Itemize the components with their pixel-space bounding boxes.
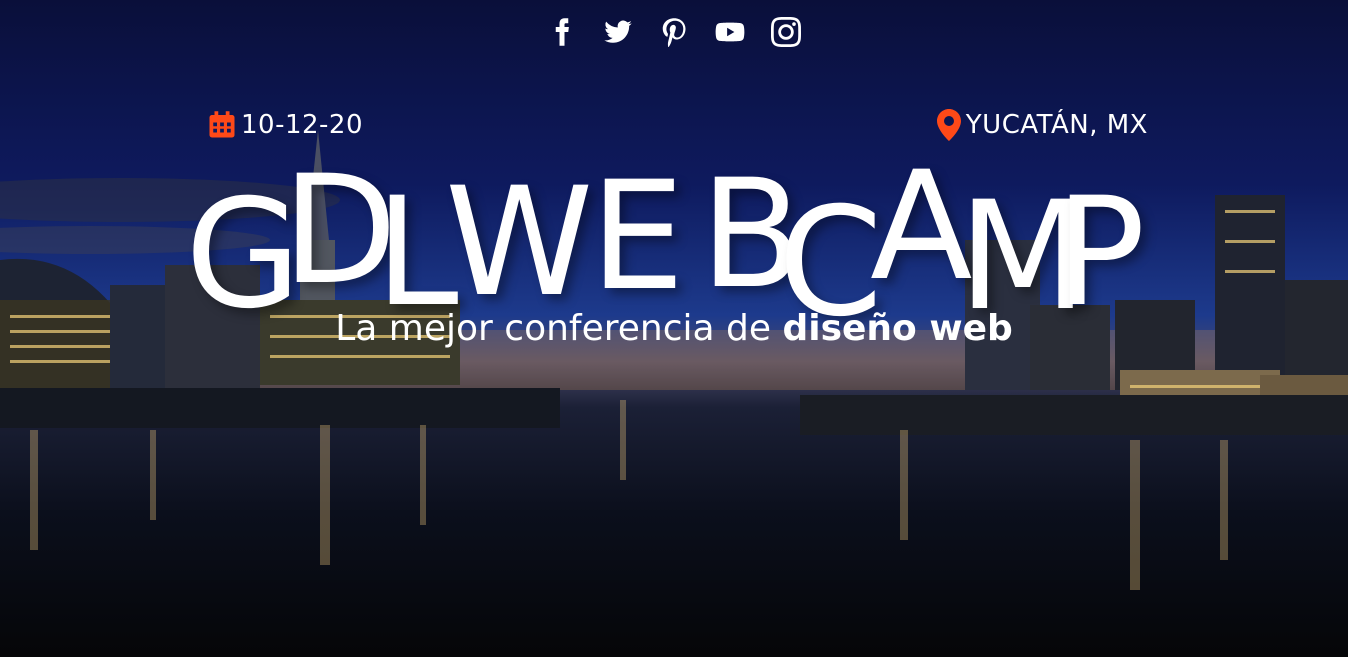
facebook-icon[interactable] xyxy=(545,15,579,49)
instagram-icon[interactable] xyxy=(769,15,803,49)
twitter-icon[interactable] xyxy=(601,15,635,49)
event-location-text: YUCATÁN, MX xyxy=(965,110,1148,140)
map-marker-icon xyxy=(936,109,961,141)
title-letter: E xyxy=(590,150,685,324)
event-location: YUCATÁN, MX xyxy=(936,108,1148,142)
tagline: La mejor conferencia de diseño web xyxy=(0,308,1348,349)
tagline-regular: La mejor conferencia de xyxy=(335,308,783,349)
title-letter: P xyxy=(1055,166,1146,340)
calendar-icon xyxy=(209,111,235,138)
pinterest-icon[interactable] xyxy=(657,15,691,49)
hero-section: 10-12-20 YUCATÁN, MX G D L W E B C A M P… xyxy=(0,0,1348,657)
social-links xyxy=(0,14,1348,50)
site-title: G D L W E B C A M P xyxy=(0,150,1348,338)
event-date-text: 10-12-20 xyxy=(241,110,364,140)
tagline-bold: diseño web xyxy=(782,308,1013,349)
event-date: 10-12-20 xyxy=(207,108,363,142)
title-letter: W xyxy=(445,156,594,330)
youtube-icon[interactable] xyxy=(713,15,747,49)
